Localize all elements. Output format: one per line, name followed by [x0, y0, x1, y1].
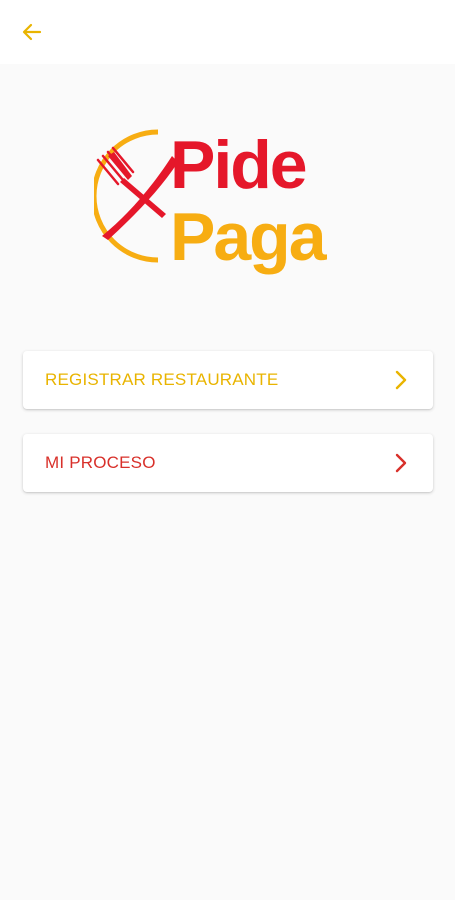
top-app-bar [0, 0, 455, 64]
logo-word-pide: Pide [170, 127, 306, 203]
arrow-left-icon [22, 23, 42, 41]
chevron-right-icon [391, 451, 411, 475]
pidepaga-logo: Pide Paga [91, 118, 366, 278]
logo-word-paga: Paga [170, 199, 328, 275]
chevron-right-icon [391, 368, 411, 392]
my-process-button[interactable]: MI PROCESO [23, 434, 433, 492]
my-process-label: MI PROCESO [45, 453, 156, 472]
back-button[interactable] [14, 16, 50, 48]
register-restaurant-label: REGISTRAR RESTAURANTE [45, 370, 279, 389]
register-restaurant-button[interactable]: REGISTRAR RESTAURANTE [23, 351, 433, 409]
logo-graphic: Pide Paga [91, 127, 330, 275]
